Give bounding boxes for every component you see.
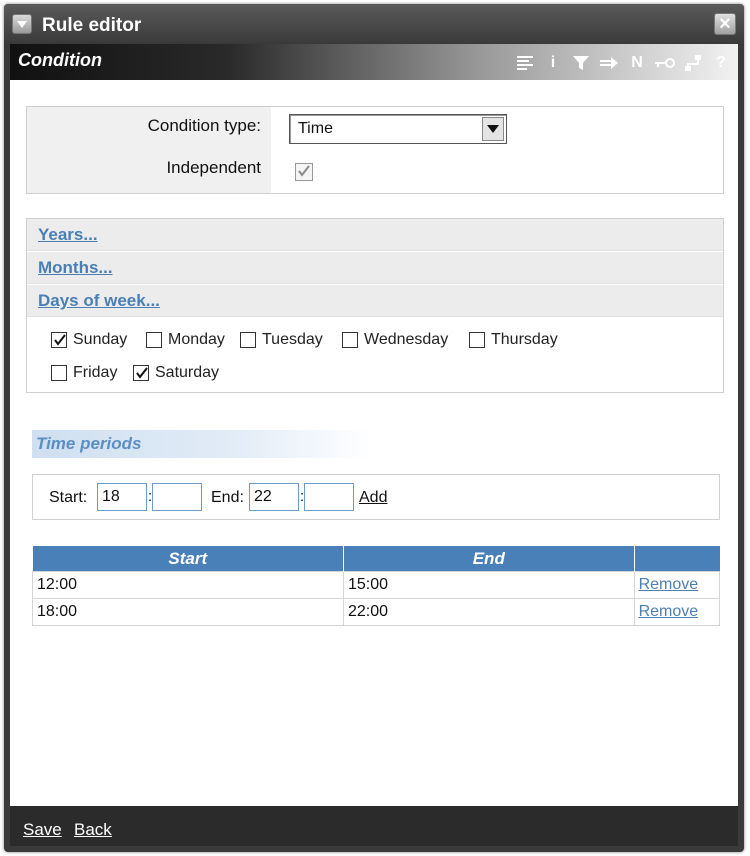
wednesday-checkbox[interactable] <box>342 332 358 348</box>
window-menu-button[interactable] <box>12 14 32 34</box>
days-of-week-link[interactable]: Days of week... <box>38 291 160 311</box>
years-link[interactable]: Years... <box>38 225 98 245</box>
start-hour-input[interactable]: 18 <box>97 483 147 511</box>
rule-editor-window: Rule editor × Condition i N ? Condition … <box>4 4 744 852</box>
back-link[interactable]: Back <box>74 820 112 840</box>
independent-checkbox[interactable] <box>295 163 313 181</box>
save-link[interactable]: Save <box>23 820 62 840</box>
checkmark-icon <box>298 165 310 177</box>
day-friday[interactable]: Friday <box>51 362 117 384</box>
network-icon[interactable] <box>682 52 704 74</box>
time-periods-table: Start End 12:00 15:00 Remove 18:00 22:00… <box>32 546 721 626</box>
end-column-header: End <box>343 546 635 572</box>
thursday-label: Thursday <box>491 331 558 348</box>
tuesday-label: Tuesday <box>262 331 323 348</box>
time-period-form: Start: 18 : End: 22 : Add <box>32 474 720 520</box>
sunday-label: Sunday <box>73 331 128 348</box>
day-saturday[interactable]: Saturday <box>133 362 219 384</box>
tuesday-checkbox[interactable] <box>240 332 256 348</box>
time-periods-title: Time periods <box>36 434 142 453</box>
n-icon[interactable]: N <box>626 52 648 74</box>
end-label: End: <box>211 489 244 506</box>
info-icon-glyph: i <box>550 54 556 71</box>
row-end-cell: 15:00 <box>342 571 635 599</box>
day-tuesday[interactable]: Tuesday <box>240 329 323 351</box>
toolbar: i N ? <box>514 52 732 74</box>
wednesday-label: Wednesday <box>364 331 449 348</box>
chevron-down-icon <box>487 125 499 133</box>
window-titlebar[interactable]: Rule editor × <box>4 4 744 44</box>
filter-icon[interactable] <box>570 52 592 74</box>
years-row[interactable]: Years... <box>27 219 723 251</box>
months-row[interactable]: Months... <box>27 252 723 284</box>
row-end-cell: 22:00 <box>342 598 635 626</box>
window-title: Rule editor <box>42 15 142 36</box>
info-icon[interactable]: i <box>542 52 564 74</box>
chevron-down-icon <box>17 21 27 28</box>
time-periods-header: Time periods <box>32 430 372 458</box>
section-header: Condition i N ? <box>10 44 738 80</box>
checkmark-icon <box>136 367 148 379</box>
help-icon-glyph: ? <box>716 54 726 71</box>
day-thursday[interactable]: Thursday <box>469 329 558 351</box>
table-header-row: Start End <box>32 546 720 572</box>
section-title: Condition <box>18 50 102 70</box>
saturday-checkbox[interactable] <box>133 365 149 381</box>
table-row: 12:00 15:00 Remove <box>32 571 721 599</box>
day-wednesday[interactable]: Wednesday <box>342 329 448 351</box>
independent-label: Independent <box>166 158 261 177</box>
action-column-header <box>634 546 720 572</box>
days-of-week-row[interactable]: Days of week... <box>27 285 723 317</box>
end-hour-input[interactable]: 22 <box>249 483 299 511</box>
end-minute-input[interactable] <box>304 483 354 511</box>
n-icon-glyph: N <box>631 54 643 71</box>
start-label: Start: <box>49 489 88 506</box>
friday-label: Friday <box>73 364 118 381</box>
close-button[interactable]: × <box>714 13 736 35</box>
monday-label: Monday <box>168 331 225 348</box>
condition-type-value: Time <box>298 120 333 137</box>
start-minute-input[interactable] <box>152 483 202 511</box>
condition-type-label: Condition type: <box>147 116 261 135</box>
condition-panel: Condition type: Independent Time <box>26 106 724 194</box>
start-column-header: Start <box>32 546 344 572</box>
thursday-checkbox[interactable] <box>469 332 485 348</box>
months-link[interactable]: Months... <box>38 258 113 278</box>
list-icon[interactable] <box>514 52 536 74</box>
condition-type-select[interactable]: Time <box>289 114 507 144</box>
close-icon: × <box>719 13 731 35</box>
window-footer: Save Back <box>10 806 738 846</box>
checkmark-icon <box>54 334 66 346</box>
key-icon[interactable] <box>654 52 676 74</box>
saturday-label: Saturday <box>155 364 220 381</box>
row-start-cell: 18:00 <box>32 598 344 626</box>
help-icon[interactable]: ? <box>710 52 732 74</box>
dropdown-arrow[interactable] <box>482 117 504 141</box>
remove-link[interactable]: Remove <box>633 571 721 599</box>
day-sunday[interactable]: Sunday <box>51 329 127 351</box>
table-row: 18:00 22:00 Remove <box>32 598 721 626</box>
condition-labels: Condition type: Independent <box>27 107 271 193</box>
window-content: Condition i N ? Condition type: Independ… <box>10 44 738 806</box>
row-start-cell: 12:00 <box>32 571 344 599</box>
date-selection-panel: Years... Months... Days of week... Sunda… <box>26 218 724 393</box>
day-monday[interactable]: Monday <box>146 329 225 351</box>
friday-checkbox[interactable] <box>51 365 67 381</box>
remove-link[interactable]: Remove <box>633 598 721 626</box>
sunday-checkbox[interactable] <box>51 332 67 348</box>
add-link[interactable]: Add <box>359 489 387 507</box>
arrow-right-icon[interactable] <box>598 52 620 74</box>
monday-checkbox[interactable] <box>146 332 162 348</box>
